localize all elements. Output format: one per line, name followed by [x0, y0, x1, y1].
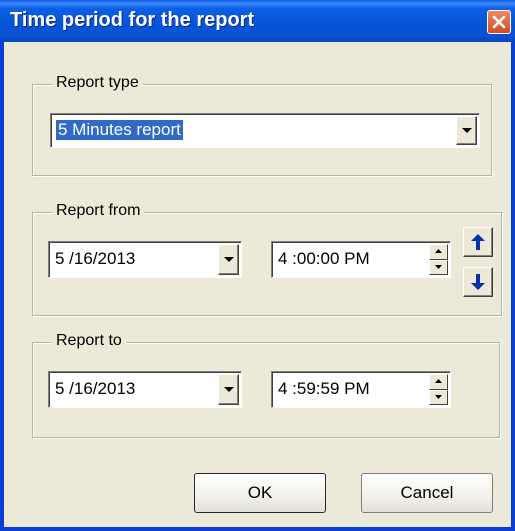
- title-bar[interactable]: Time period for the report: [0, 0, 515, 42]
- report-to-time-input[interactable]: 4 :59:59 PM: [271, 371, 451, 408]
- chevron-down-icon: [462, 127, 472, 133]
- report-type-label: Report type: [52, 74, 143, 92]
- shift-period-up-button[interactable]: [463, 227, 493, 257]
- caret-down-icon: [435, 394, 442, 399]
- report-from-label: Report from: [52, 202, 145, 220]
- caret-up-icon: [435, 379, 442, 383]
- report-to-date-dropdown-button[interactable]: [218, 374, 239, 405]
- report-from-time-value: 4 :00:00 PM: [278, 249, 370, 268]
- ok-button[interactable]: OK: [194, 473, 326, 513]
- close-button[interactable]: [487, 10, 511, 34]
- report-to-label: Report to: [52, 332, 126, 350]
- report-from-time-increment[interactable]: [429, 244, 448, 260]
- chevron-down-icon: [224, 256, 234, 262]
- shift-period-down-button[interactable]: [463, 267, 493, 297]
- report-to-time-value: 4 :59:59 PM: [278, 379, 370, 398]
- report-to-date-select[interactable]: 5 /16/2013: [48, 371, 242, 408]
- close-icon: [492, 15, 506, 29]
- caret-down-icon: [435, 264, 442, 269]
- report-type-select[interactable]: 5 Minutes report: [50, 113, 480, 148]
- report-from-time-spinner: [429, 244, 448, 275]
- report-to-time-decrement[interactable]: [429, 389, 448, 405]
- report-type-dropdown-button[interactable]: [456, 116, 477, 145]
- window-title: Time period for the report: [10, 9, 255, 31]
- report-to-date-value: 5 /16/2013: [55, 379, 136, 398]
- report-from-time-decrement[interactable]: [429, 259, 448, 275]
- report-from-date-value: 5 /16/2013: [55, 249, 136, 268]
- report-to-time-spinner: [429, 374, 448, 405]
- cancel-button[interactable]: Cancel: [361, 473, 493, 513]
- dialog-window: Time period for the report Report type 5…: [0, 0, 515, 531]
- report-to-time-increment[interactable]: [429, 374, 448, 390]
- chevron-down-icon: [224, 386, 234, 392]
- arrow-up-icon: [471, 234, 485, 250]
- report-from-date-dropdown-button[interactable]: [218, 244, 239, 275]
- caret-up-icon: [435, 249, 442, 253]
- report-from-date-select[interactable]: 5 /16/2013: [48, 241, 242, 278]
- report-type-value: 5 Minutes report: [56, 120, 183, 140]
- report-from-time-input[interactable]: 4 :00:00 PM: [271, 241, 451, 278]
- arrow-down-icon: [471, 274, 485, 290]
